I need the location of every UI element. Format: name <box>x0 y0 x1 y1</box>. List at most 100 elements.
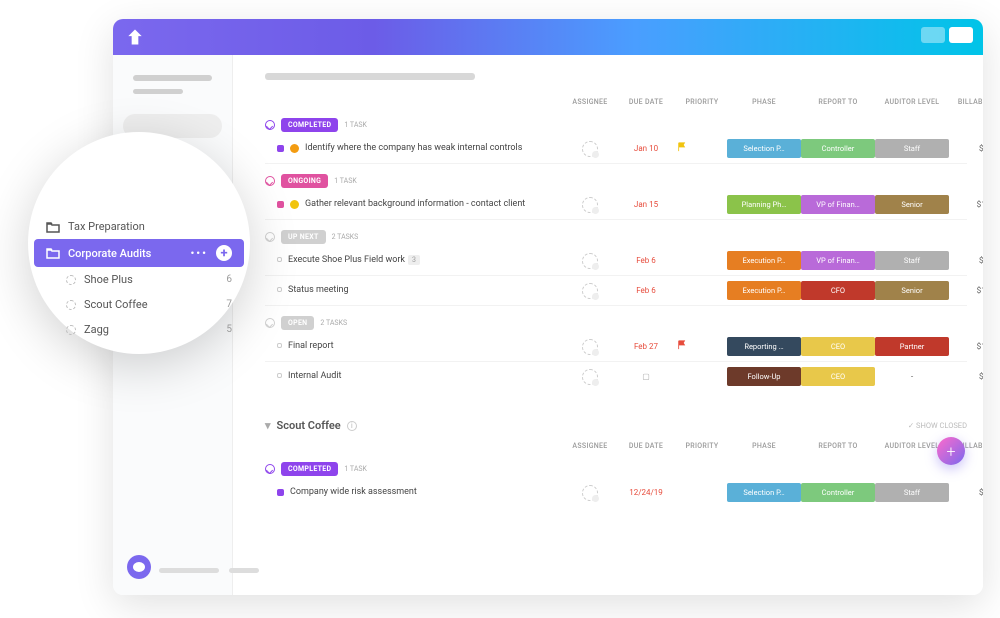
list-scout-coffee[interactable]: Scout Coffee 7 <box>28 292 250 317</box>
auditor-chip[interactable]: Senior <box>875 195 949 214</box>
task-name: Execute Shoe Plus Field work3 <box>288 255 420 267</box>
assignee-empty[interactable] <box>582 253 598 269</box>
auditor-chip[interactable]: Staff <box>875 139 949 158</box>
list-label: Zagg <box>84 323 109 336</box>
report-chip[interactable]: CEO <box>801 337 875 356</box>
phase-chip[interactable]: Selection P… <box>727 483 801 502</box>
status-group-header[interactable]: COMPLETED 1 TASK <box>265 118 967 132</box>
task-name: Status meeting <box>288 285 349 297</box>
main-content: ASSIGNEE DUE DATE PRIORITY PHASE REPORT … <box>233 55 983 595</box>
status-square <box>277 373 282 378</box>
list-icon <box>66 300 76 310</box>
more-icon[interactable]: ••• <box>190 247 208 260</box>
task-row[interactable]: Status meeting Feb 6 Execution P… CFO Se… <box>265 276 967 306</box>
placeholder <box>229 568 259 573</box>
folder-corporate-audits[interactable]: Corporate Audits ••• + <box>34 239 244 267</box>
due-date[interactable]: Jan 10 <box>615 144 677 153</box>
collapse-icon[interactable] <box>265 318 275 328</box>
assignee-empty[interactable] <box>582 283 598 299</box>
assignee-empty[interactable] <box>582 197 598 213</box>
report-chip[interactable]: VP of Finan… <box>801 195 875 214</box>
report-chip[interactable]: CEO <box>801 367 875 386</box>
status-group-header[interactable]: OPEN 2 TASKS <box>265 316 967 330</box>
task-count: 1 TASK <box>334 177 357 185</box>
task-row[interactable]: Identify where the company has weak inte… <box>265 134 967 164</box>
collapse-icon[interactable] <box>265 464 275 474</box>
new-task-fab[interactable]: + <box>937 437 965 465</box>
list-label: Scout Coffee <box>84 298 148 311</box>
task-row[interactable]: Gather relevant background information -… <box>265 190 967 220</box>
col-report-to: REPORT TO <box>801 98 875 106</box>
task-row[interactable]: Company wide risk assessment 12/24/19 Se… <box>265 478 967 507</box>
phase-chip[interactable]: Execution P… <box>727 251 801 270</box>
priority-flag-icon[interactable] <box>677 142 687 152</box>
due-date[interactable]: Feb 6 <box>615 256 677 265</box>
col-assignee: ASSIGNEE <box>565 98 615 106</box>
assignee-empty[interactable] <box>582 339 598 355</box>
due-date[interactable]: Feb 27 <box>615 342 677 351</box>
phase-chip[interactable]: Execution P… <box>727 281 801 300</box>
due-date-empty[interactable]: ▢ <box>615 372 677 381</box>
section-header[interactable]: ▾ Scout Coffee i ✓ SHOW CLOSED <box>265 419 967 432</box>
window-controls[interactable] <box>921 27 973 43</box>
phase-chip[interactable]: Selection P… <box>727 139 801 158</box>
collapse-icon[interactable] <box>265 120 275 130</box>
auditor-chip[interactable]: Partner <box>875 337 949 356</box>
assignee-empty[interactable] <box>582 141 598 157</box>
report-chip[interactable]: Controller <box>801 139 875 158</box>
assignee-empty[interactable] <box>582 369 598 385</box>
add-list-button[interactable]: + <box>216 245 232 261</box>
list-count: 6 <box>226 274 232 285</box>
due-date[interactable]: Jan 15 <box>615 200 677 209</box>
status-square <box>277 201 284 208</box>
status-group-header[interactable]: UP NEXT 2 TASKS <box>265 230 967 244</box>
phase-chip[interactable]: Reporting … <box>727 337 801 356</box>
status-pill: COMPLETED <box>281 462 338 476</box>
auditor-chip[interactable]: Staff <box>875 251 949 270</box>
columns-header: ASSIGNEE DUE DATE PRIORITY PHASE REPORT … <box>265 440 967 452</box>
report-chip[interactable]: Controller <box>801 483 875 502</box>
task-row[interactable]: Execute Shoe Plus Field work3 Feb 6 Exec… <box>265 246 967 276</box>
status-pill: ONGOING <box>281 174 328 188</box>
task-name: Gather relevant background information -… <box>305 199 525 211</box>
info-icon[interactable]: i <box>347 421 357 431</box>
task-name: Final report <box>288 341 334 353</box>
col-priority: PRIORITY <box>677 98 727 106</box>
phase-chip[interactable]: Planning Ph… <box>727 195 801 214</box>
collapse-icon[interactable] <box>265 176 275 186</box>
list-shoe-plus[interactable]: Shoe Plus 6 <box>28 267 250 292</box>
status-group-header[interactable]: ONGOING 1 TASK <box>265 174 967 188</box>
app-logo-icon <box>125 27 145 47</box>
collapse-icon[interactable] <box>265 232 275 242</box>
task-name: Identify where the company has weak inte… <box>305 143 522 155</box>
status-square <box>277 287 282 292</box>
folder-tax-preparation[interactable]: Tax Preparation <box>28 214 250 239</box>
folder-label: Corporate Audits <box>68 247 151 260</box>
status-group-header[interactable]: COMPLETED 1 TASK <box>265 462 967 476</box>
billable-rate: $100 <box>949 286 983 296</box>
placeholder <box>133 89 183 94</box>
auditor-chip[interactable]: Staff <box>875 483 949 502</box>
report-chip[interactable]: VP of Finan… <box>801 251 875 270</box>
priority-flag-icon[interactable] <box>677 340 687 350</box>
task-row[interactable]: Internal Audit ▢ Follow-Up CEO - $80 5 $… <box>265 362 967 391</box>
task-count: 2 TASKS <box>320 319 347 327</box>
report-chip[interactable]: CFO <box>801 281 875 300</box>
due-date[interactable]: Feb 6 <box>615 286 677 295</box>
due-date[interactable]: 12/24/19 <box>615 488 677 497</box>
list-icon <box>66 325 76 335</box>
list-count: 5 <box>226 324 232 335</box>
billable-rate: $80 <box>949 372 983 382</box>
assignee-empty[interactable] <box>582 485 598 501</box>
list-icon <box>66 275 76 285</box>
list-count: 7 <box>226 299 232 310</box>
breadcrumb-placeholder <box>265 73 475 80</box>
show-closed-toggle[interactable]: ✓ SHOW CLOSED <box>908 421 967 430</box>
auditor-chip[interactable]: Senior <box>875 281 949 300</box>
list-zagg[interactable]: Zagg 5 <box>28 317 250 342</box>
phase-chip[interactable]: Follow-Up <box>727 367 801 386</box>
chat-button[interactable] <box>127 555 151 579</box>
placeholder <box>159 568 219 573</box>
task-row[interactable]: Final report Feb 27 Reporting … CEO Part… <box>265 332 967 362</box>
billable-rate: $80 <box>949 488 983 498</box>
